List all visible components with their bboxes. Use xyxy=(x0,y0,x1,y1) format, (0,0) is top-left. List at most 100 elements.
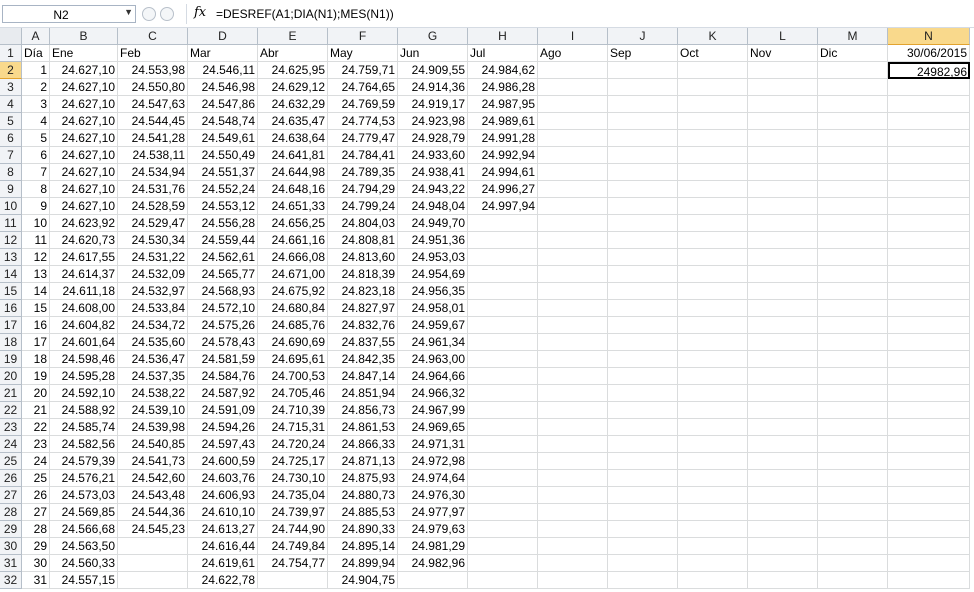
cell-l2[interactable] xyxy=(748,62,818,79)
cell-e14[interactable]: 24.671,00 xyxy=(258,266,328,283)
cell-e4[interactable]: 24.632,29 xyxy=(258,96,328,113)
cell-h7[interactable]: 24.992,94 xyxy=(468,147,538,164)
cell-k18[interactable] xyxy=(678,334,748,351)
cell-a11[interactable]: 10 xyxy=(22,215,50,232)
cell-c26[interactable]: 24.542,60 xyxy=(118,470,188,487)
cell-b2[interactable]: 24.627,10 xyxy=(50,62,118,79)
cell-d15[interactable]: 24.568,93 xyxy=(188,283,258,300)
row-header-26[interactable]: 26 xyxy=(0,470,22,487)
cell-h17[interactable] xyxy=(468,317,538,334)
cell-f24[interactable]: 24.866,33 xyxy=(328,436,398,453)
cell-l17[interactable] xyxy=(748,317,818,334)
cell-j19[interactable] xyxy=(608,351,678,368)
cell-g10[interactable]: 24.948,04 xyxy=(398,198,468,215)
cell-l5[interactable] xyxy=(748,113,818,130)
cell-f15[interactable]: 24.823,18 xyxy=(328,283,398,300)
cell-f3[interactable]: 24.764,65 xyxy=(328,79,398,96)
cell-n29[interactable] xyxy=(888,521,970,538)
cell-f19[interactable]: 24.842,35 xyxy=(328,351,398,368)
cell-c29[interactable]: 24.545,23 xyxy=(118,521,188,538)
cell-d28[interactable]: 24.610,10 xyxy=(188,504,258,521)
cell-g23[interactable]: 24.969,65 xyxy=(398,419,468,436)
cell-a20[interactable]: 19 xyxy=(22,368,50,385)
cell-c23[interactable]: 24.539,98 xyxy=(118,419,188,436)
cell-n30[interactable] xyxy=(888,538,970,555)
cell-n24[interactable] xyxy=(888,436,970,453)
cell-h4[interactable]: 24.987,95 xyxy=(468,96,538,113)
cell-d30[interactable]: 24.616,44 xyxy=(188,538,258,555)
cell-j5[interactable] xyxy=(608,113,678,130)
cell-a18[interactable]: 17 xyxy=(22,334,50,351)
cell-n32[interactable] xyxy=(888,572,970,589)
cell-h14[interactable] xyxy=(468,266,538,283)
cell-m25[interactable] xyxy=(818,453,888,470)
cell-b24[interactable]: 24.582,56 xyxy=(50,436,118,453)
cell-n14[interactable] xyxy=(888,266,970,283)
cell-e1[interactable]: Abr xyxy=(258,45,328,62)
cell-f17[interactable]: 24.832,76 xyxy=(328,317,398,334)
cell-b23[interactable]: 24.585,74 xyxy=(50,419,118,436)
cell-n21[interactable] xyxy=(888,385,970,402)
cell-g19[interactable]: 24.963,00 xyxy=(398,351,468,368)
cell-f8[interactable]: 24.789,35 xyxy=(328,164,398,181)
cell-l13[interactable] xyxy=(748,249,818,266)
cell-d1[interactable]: Mar xyxy=(188,45,258,62)
cell-n28[interactable] xyxy=(888,504,970,521)
cell-d27[interactable]: 24.606,93 xyxy=(188,487,258,504)
cell-n10[interactable] xyxy=(888,198,970,215)
cell-k26[interactable] xyxy=(678,470,748,487)
cell-k14[interactable] xyxy=(678,266,748,283)
cell-f5[interactable]: 24.774,53 xyxy=(328,113,398,130)
cell-c19[interactable]: 24.536,47 xyxy=(118,351,188,368)
cell-g21[interactable]: 24.966,32 xyxy=(398,385,468,402)
cell-n25[interactable] xyxy=(888,453,970,470)
cell-k19[interactable] xyxy=(678,351,748,368)
cell-e20[interactable]: 24.700,53 xyxy=(258,368,328,385)
cell-d12[interactable]: 24.559,44 xyxy=(188,232,258,249)
cell-l3[interactable] xyxy=(748,79,818,96)
cell-d26[interactable]: 24.603,76 xyxy=(188,470,258,487)
cell-e30[interactable]: 24.749,84 xyxy=(258,538,328,555)
cell-i31[interactable] xyxy=(538,555,608,572)
cell-n12[interactable] xyxy=(888,232,970,249)
cell-a8[interactable]: 7 xyxy=(22,164,50,181)
cell-n16[interactable] xyxy=(888,300,970,317)
cell-b19[interactable]: 24.598,46 xyxy=(50,351,118,368)
cell-h8[interactable]: 24.994,61 xyxy=(468,164,538,181)
cell-n19[interactable] xyxy=(888,351,970,368)
cell-k27[interactable] xyxy=(678,487,748,504)
cell-k15[interactable] xyxy=(678,283,748,300)
cell-b8[interactable]: 24.627,10 xyxy=(50,164,118,181)
cell-m10[interactable] xyxy=(818,198,888,215)
cell-m11[interactable] xyxy=(818,215,888,232)
cell-a17[interactable]: 16 xyxy=(22,317,50,334)
cell-a14[interactable]: 13 xyxy=(22,266,50,283)
cell-j8[interactable] xyxy=(608,164,678,181)
cell-g31[interactable]: 24.982,96 xyxy=(398,555,468,572)
cell-e15[interactable]: 24.675,92 xyxy=(258,283,328,300)
row-header-24[interactable]: 24 xyxy=(0,436,22,453)
cell-a9[interactable]: 8 xyxy=(22,181,50,198)
cell-c11[interactable]: 24.529,47 xyxy=(118,215,188,232)
cell-m17[interactable] xyxy=(818,317,888,334)
row-header-28[interactable]: 28 xyxy=(0,504,22,521)
cell-f30[interactable]: 24.895,14 xyxy=(328,538,398,555)
cell-k23[interactable] xyxy=(678,419,748,436)
cell-b28[interactable]: 24.569,85 xyxy=(50,504,118,521)
cell-c1[interactable]: Feb xyxy=(118,45,188,62)
column-header-e[interactable]: E xyxy=(258,28,328,45)
cell-c31[interactable] xyxy=(118,555,188,572)
cell-l15[interactable] xyxy=(748,283,818,300)
cell-k17[interactable] xyxy=(678,317,748,334)
formula-input[interactable]: =DESREF(A1;DIA(N1);MES(N1)) xyxy=(216,5,970,23)
column-header-m[interactable]: M xyxy=(818,28,888,45)
cell-c9[interactable]: 24.531,76 xyxy=(118,181,188,198)
cell-n22[interactable] xyxy=(888,402,970,419)
cell-d10[interactable]: 24.553,12 xyxy=(188,198,258,215)
cell-a24[interactable]: 23 xyxy=(22,436,50,453)
cell-e27[interactable]: 24.735,04 xyxy=(258,487,328,504)
cell-j20[interactable] xyxy=(608,368,678,385)
cell-c20[interactable]: 24.537,35 xyxy=(118,368,188,385)
cell-e10[interactable]: 24.651,33 xyxy=(258,198,328,215)
cell-g26[interactable]: 24.974,64 xyxy=(398,470,468,487)
